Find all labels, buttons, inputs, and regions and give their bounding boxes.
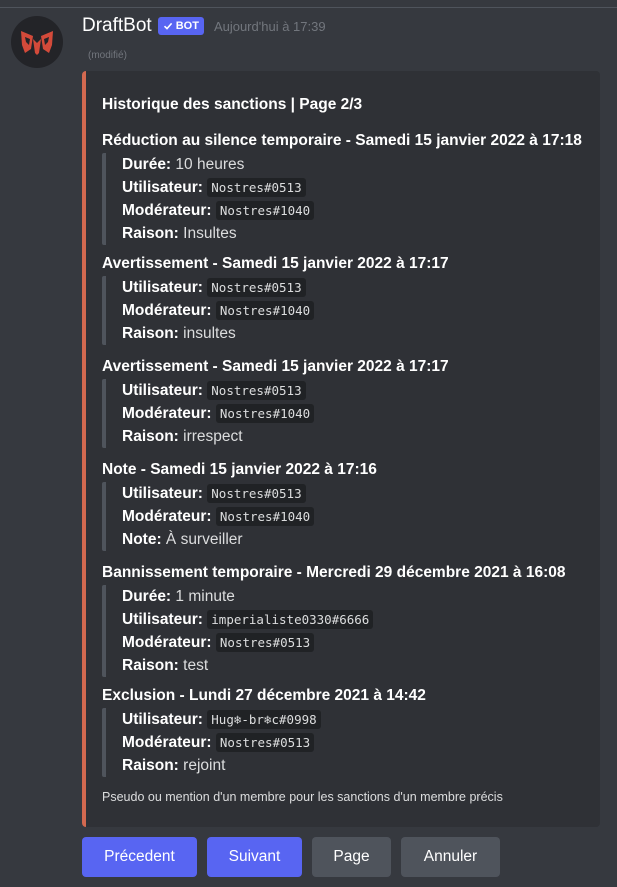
field-value-code: imperialiste0330#6666 bbox=[207, 610, 374, 629]
sanction-title: Note - Samedi 15 janvier 2022 à 17:16 bbox=[102, 461, 377, 478]
sanction-details: Durée: 10 heures Utilisateur: Nostres#051… bbox=[102, 153, 592, 245]
field-label: Raison: bbox=[122, 225, 179, 242]
sanction-field: Raison: Insultes bbox=[122, 222, 592, 245]
verified-check-icon bbox=[163, 22, 172, 30]
embed-title: Historique des sanctions | Page 2/3 bbox=[102, 96, 363, 113]
field-label: Raison: bbox=[122, 428, 179, 445]
sanction-details: Utilisateur: Hug❄-br❄c#0998 Modérateur: N… bbox=[102, 708, 592, 777]
bot-badge: BOT bbox=[157, 17, 204, 35]
message-header: DraftBot BOT Aujourd'hui à 17:39 bbox=[82, 15, 326, 37]
field-label: Modérateur: bbox=[122, 508, 212, 525]
field-value-code: Nostres#1040 bbox=[215, 301, 315, 320]
next-button[interactable]: Suivant bbox=[207, 837, 302, 877]
field-value-code: Nostres#0513 bbox=[215, 633, 315, 652]
previous-button[interactable]: Précedent bbox=[82, 837, 197, 877]
field-label: Utilisateur: bbox=[122, 485, 203, 502]
field-label: Note: bbox=[122, 531, 162, 548]
field-value-code: Nostres#0513 bbox=[215, 733, 315, 752]
sanction-entry: Note - Samedi 15 janvier 2022 à 17:16 Uti… bbox=[102, 459, 592, 551]
field-label: Modérateur: bbox=[122, 634, 212, 651]
author-name[interactable]: DraftBot bbox=[82, 15, 152, 37]
sanction-field: Raison: irrespect bbox=[122, 425, 592, 448]
sanction-entry: Réduction au silence temporaire - Samedi… bbox=[102, 130, 592, 245]
sanction-field: Modérateur: Nostres#1040 bbox=[122, 299, 592, 322]
cancel-button[interactable]: Annuler bbox=[401, 837, 500, 877]
field-value: Insultes bbox=[183, 225, 237, 242]
sanction-field: Raison: test bbox=[122, 654, 592, 677]
field-value-code: Nostres#1040 bbox=[215, 507, 315, 526]
draftbot-logo-icon bbox=[21, 31, 53, 55]
sanction-entry: Bannissement temporaire - Mercredi 29 dé… bbox=[102, 562, 592, 677]
sanction-field: Durée: 1 minute bbox=[122, 585, 592, 608]
field-value-code: Hug❄-br❄c#0998 bbox=[207, 710, 321, 729]
field-label: Raison: bbox=[122, 325, 179, 342]
sanction-title: Exclusion - Lundi 27 décembre 2021 à 14:… bbox=[102, 687, 426, 704]
field-label: Modérateur: bbox=[122, 734, 212, 751]
field-label: Durée: bbox=[122, 156, 172, 173]
sanction-field: Modérateur: Nostres#1040 bbox=[122, 402, 592, 425]
field-value-code: Nostres#1040 bbox=[215, 404, 315, 423]
sanction-field: Durée: 10 heures bbox=[122, 153, 592, 176]
field-label: Utilisateur: bbox=[122, 611, 203, 628]
avatar[interactable] bbox=[11, 16, 63, 68]
sanctions-embed: Historique des sanctions | Page 2/3 Rédu… bbox=[82, 71, 600, 827]
field-label: Raison: bbox=[122, 657, 179, 674]
field-label: Utilisateur: bbox=[122, 382, 203, 399]
field-label: Durée: bbox=[122, 588, 172, 605]
sanction-details: Utilisateur: Nostres#0513 Modérateur: Nos… bbox=[102, 482, 592, 551]
action-buttons: Précedent Suivant Page Annuler bbox=[82, 837, 500, 877]
field-value: rejoint bbox=[183, 757, 226, 774]
field-label: Modérateur: bbox=[122, 302, 212, 319]
sanction-title: Avertissement - Samedi 15 janvier 2022 à… bbox=[102, 358, 449, 375]
field-label: Utilisateur: bbox=[122, 179, 203, 196]
field-label: Utilisateur: bbox=[122, 279, 203, 296]
field-label: Utilisateur: bbox=[122, 711, 203, 728]
sanction-field: Raison: insultes bbox=[122, 322, 592, 345]
sanction-field: Utilisateur: Nostres#0513 bbox=[122, 176, 592, 199]
field-value-code: Nostres#0513 bbox=[207, 381, 306, 400]
sanction-entry: Exclusion - Lundi 27 décembre 2021 à 14:… bbox=[102, 685, 592, 777]
field-value: À surveiller bbox=[165, 531, 243, 548]
field-label: Modérateur: bbox=[122, 202, 212, 219]
field-label: Modérateur: bbox=[122, 405, 212, 422]
sanction-field: Note: À surveiller bbox=[122, 528, 592, 551]
field-value-code: Nostres#0513 bbox=[207, 178, 306, 197]
bot-message: DraftBot BOT Aujourd'hui à 17:39 (modifi… bbox=[0, 0, 617, 887]
field-value: 1 minute bbox=[175, 588, 235, 605]
sanction-title: Réduction au silence temporaire - Samedi… bbox=[102, 132, 582, 149]
sanction-field: Modérateur: Nostres#0513 bbox=[122, 631, 592, 654]
field-value-code: Nostres#0513 bbox=[207, 278, 306, 297]
field-value-code: Nostres#0513 bbox=[207, 484, 306, 503]
embed-footer: Pseudo ou mention d'un membre pour les s… bbox=[102, 790, 503, 804]
sanction-entry: Avertissement - Samedi 15 janvier 2022 à… bbox=[102, 253, 592, 345]
bot-badge-label: BOT bbox=[175, 20, 199, 32]
field-value: test bbox=[183, 657, 209, 674]
sanction-field: Utilisateur: Nostres#0513 bbox=[122, 379, 592, 402]
field-value-code: Nostres#1040 bbox=[215, 201, 315, 220]
sanction-field: Raison: rejoint bbox=[122, 754, 592, 777]
message-timestamp[interactable]: Aujourd'hui à 17:39 bbox=[214, 19, 326, 34]
sanction-details: Durée: 1 minute Utilisateur: imperialiste… bbox=[102, 585, 592, 677]
sanction-title: Avertissement - Samedi 15 janvier 2022 à… bbox=[102, 255, 449, 272]
sanction-field: Modérateur: Nostres#1040 bbox=[122, 505, 592, 528]
sanction-field: Utilisateur: Hug❄-br❄c#0998 bbox=[122, 708, 592, 731]
sanction-title: Bannissement temporaire - Mercredi 29 dé… bbox=[102, 564, 566, 581]
edited-indicator: (modifié) bbox=[88, 50, 127, 61]
sanction-field: Modérateur: Nostres#1040 bbox=[122, 199, 592, 222]
field-value: 10 heures bbox=[175, 156, 245, 173]
sanction-entry: Avertissement - Samedi 15 janvier 2022 à… bbox=[102, 356, 592, 448]
field-value: insultes bbox=[183, 325, 236, 342]
sanction-field: Modérateur: Nostres#0513 bbox=[122, 731, 592, 754]
sanction-field: Utilisateur: Nostres#0513 bbox=[122, 482, 592, 505]
field-label: Raison: bbox=[122, 757, 179, 774]
field-value: irrespect bbox=[183, 428, 243, 445]
sanction-details: Utilisateur: Nostres#0513 Modérateur: Nos… bbox=[102, 276, 592, 345]
sanction-field: Utilisateur: Nostres#0513 bbox=[122, 276, 592, 299]
page-button[interactable]: Page bbox=[312, 837, 391, 877]
sanction-field: Utilisateur: imperialiste0330#6666 bbox=[122, 608, 592, 631]
sanction-details: Utilisateur: Nostres#0513 Modérateur: Nos… bbox=[102, 379, 592, 448]
